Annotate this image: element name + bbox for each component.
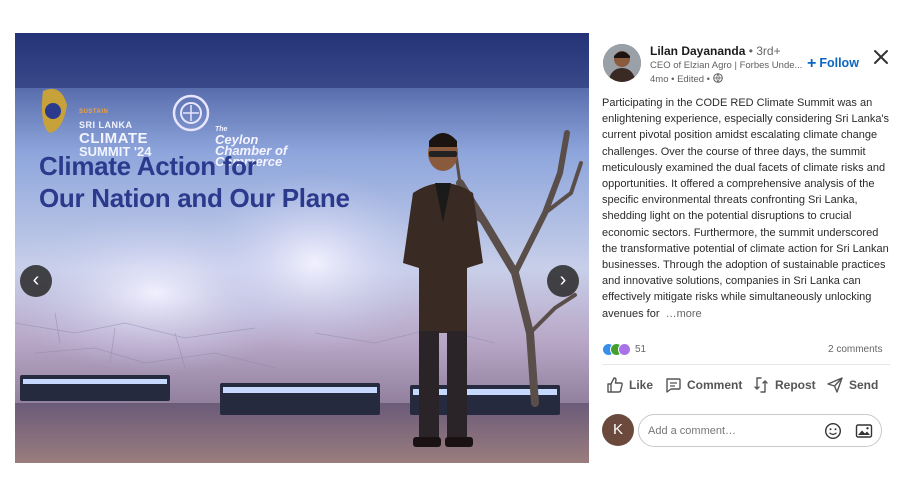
like-button[interactable]: Like xyxy=(606,374,653,396)
close-icon[interactable] xyxy=(872,48,890,66)
image-icon[interactable] xyxy=(855,422,873,440)
author-avatar[interactable] xyxy=(603,44,641,82)
reaction-count[interactable]: 51 xyxy=(635,344,646,355)
social-actions: Like Comment Repost Send xyxy=(606,374,891,398)
summit-logo-line0: SUSTAIN xyxy=(79,109,109,115)
banner-headline-line2: Our Nation and Our Plane xyxy=(39,183,350,213)
follow-button[interactable]: + Follow xyxy=(807,55,859,73)
banner-headline-line1: Climate Action for xyxy=(39,151,257,181)
support-reaction-icon xyxy=(618,343,631,356)
repost-button[interactable]: Repost xyxy=(752,374,816,396)
post-meta: 4mo • Edited • xyxy=(650,73,723,85)
banner-headline: Climate Action for Our Nation and Our Pl… xyxy=(39,150,589,214)
repost-icon xyxy=(754,377,768,393)
comment-button[interactable]: Comment xyxy=(664,374,742,396)
like-label: Like xyxy=(629,378,654,392)
comment-composer[interactable] xyxy=(638,414,882,447)
divider xyxy=(602,364,890,365)
viewer-avatar: K xyxy=(602,414,634,446)
comments-count-link[interactable]: 2 comments xyxy=(828,344,882,355)
post-meta-text: 4mo • Edited • xyxy=(650,74,710,85)
send-label: Send xyxy=(849,378,879,392)
globe-icon xyxy=(712,73,723,83)
author-avatar-image xyxy=(603,44,641,82)
send-icon xyxy=(827,377,843,393)
post-photo[interactable]: SUSTAIN SRI LANKA CLIMATE SUMMIT '24 The… xyxy=(15,33,589,463)
author-headline: CEO of Elzian Agro | Forbes Unde... xyxy=(650,60,803,71)
previous-image-button[interactable]: ‹ xyxy=(20,265,52,297)
repost-label: Repost xyxy=(775,378,816,392)
post-detail-panel: Lilan Dayananda • 3rd+ CEO of Elzian Agr… xyxy=(589,33,900,463)
connection-degree: • 3rd+ xyxy=(745,44,781,58)
author-name[interactable]: Lilan Dayananda xyxy=(650,44,745,58)
thumbs-up-icon xyxy=(607,377,623,393)
post-body-text: Participating in the CODE RED Climate Su… xyxy=(602,97,890,320)
see-more-link[interactable]: …more xyxy=(666,308,702,320)
send-button[interactable]: Send xyxy=(826,374,878,396)
chevron-right-icon: › xyxy=(559,269,567,291)
post-body: Participating in the CODE RED Climate Su… xyxy=(602,95,890,322)
comment-input[interactable] xyxy=(648,422,808,440)
chevron-left-icon: ‹ xyxy=(32,269,40,291)
comment-icon xyxy=(666,378,681,393)
comment-label: Comment xyxy=(687,378,743,392)
next-image-button[interactable]: › xyxy=(547,265,579,297)
follow-label: Follow xyxy=(819,56,859,70)
photo-background xyxy=(15,33,589,463)
plus-icon: + xyxy=(807,55,817,72)
emoji-icon[interactable] xyxy=(824,422,842,440)
author-name-line[interactable]: Lilan Dayananda • 3rd+ xyxy=(650,44,781,58)
